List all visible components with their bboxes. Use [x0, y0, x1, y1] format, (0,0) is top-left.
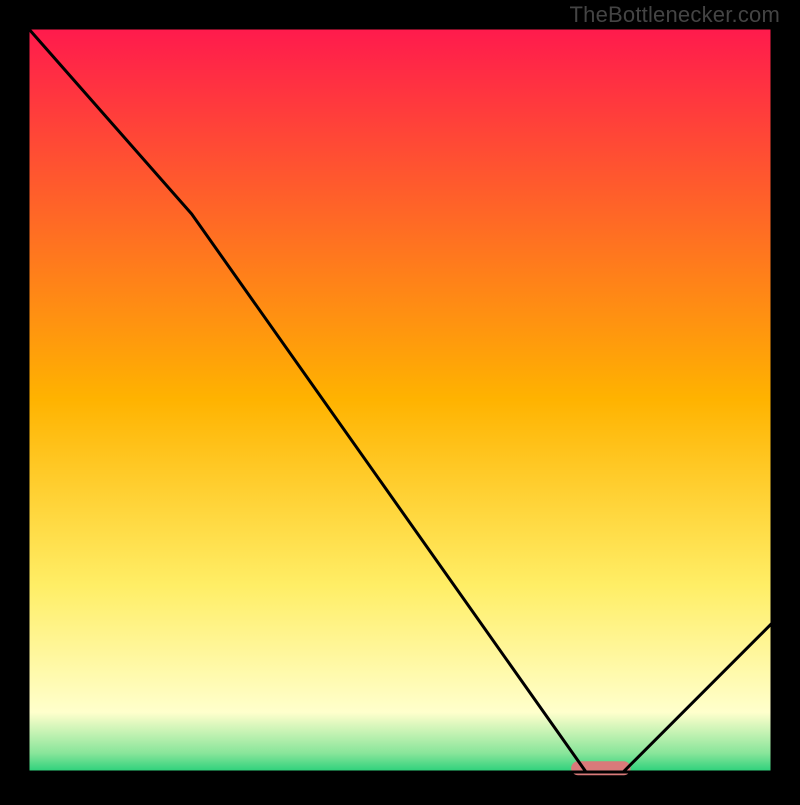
watermark-text: TheBottlenecker.com: [570, 2, 780, 28]
chart-frame: [0, 0, 800, 800]
bottleneck-chart: [0, 0, 800, 800]
chart-gradient-bg: [28, 28, 772, 772]
